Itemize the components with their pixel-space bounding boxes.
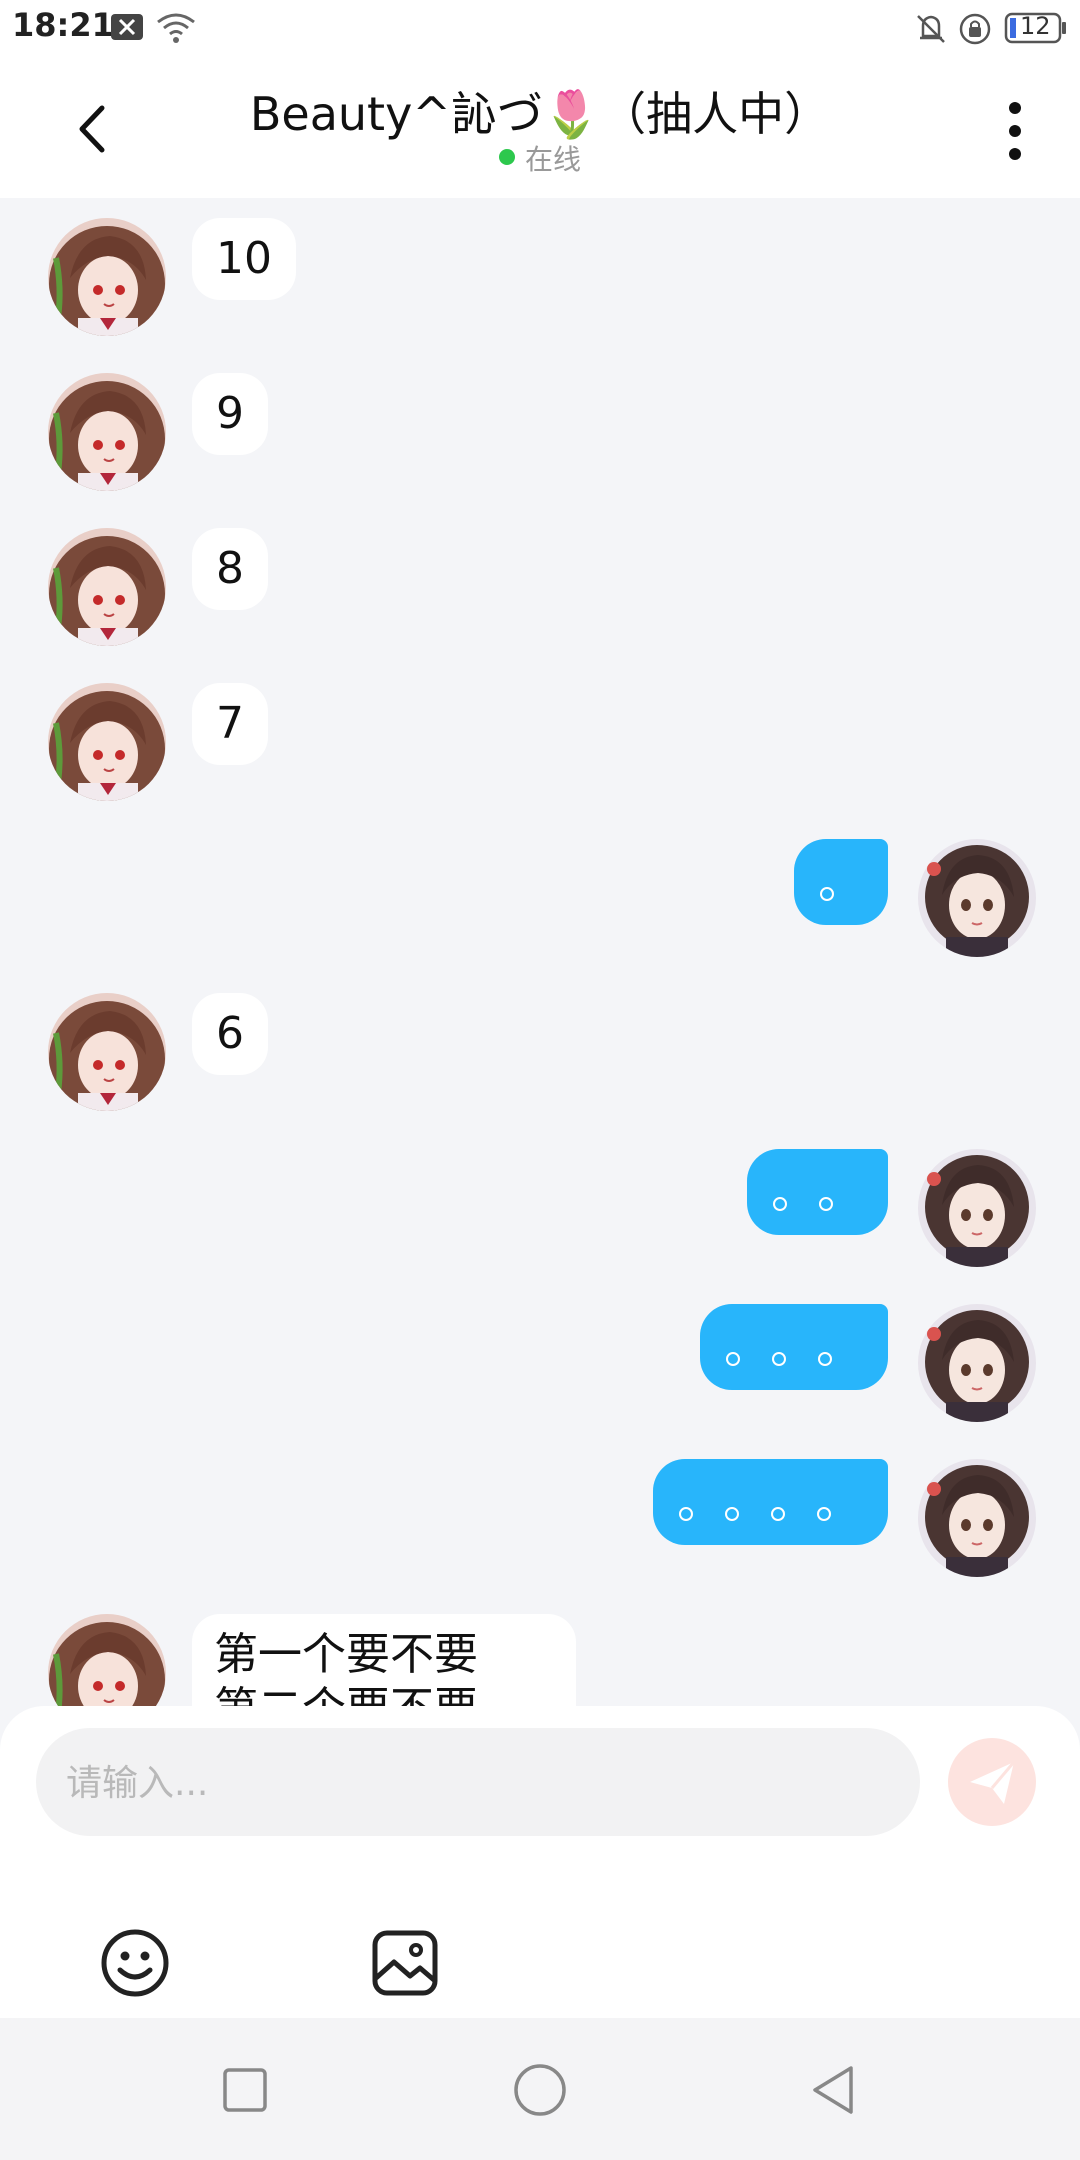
contact-avatar[interactable] <box>48 528 166 646</box>
system-nav-bar <box>0 2018 1080 2160</box>
composer-panel <box>0 1706 1080 2018</box>
back-triangle-icon <box>813 2066 853 2114</box>
close-box-icon <box>110 12 144 46</box>
online-dot-icon <box>498 149 515 165</box>
incoming-message[interactable]: 第一个要不要 第二个要不要 <box>192 1614 576 1706</box>
contact-avatar[interactable] <box>48 218 166 336</box>
emoji-icon <box>101 1929 169 1997</box>
recent-apps-icon <box>223 2068 267 2112</box>
home-icon <box>514 2064 566 2116</box>
outgoing-message[interactable] <box>794 839 888 925</box>
incoming-message[interactable]: 10 <box>192 218 296 300</box>
incoming-message[interactable]: 8 <box>192 528 268 610</box>
more-vertical-icon <box>1009 102 1021 160</box>
more-options-button[interactable] <box>990 98 1040 164</box>
incoming-message[interactable]: 9 <box>192 373 268 455</box>
contact-avatar[interactable] <box>48 993 166 1111</box>
my-avatar[interactable] <box>918 1149 1036 1267</box>
message-list[interactable]: 10 9 8 7 6 第一个要不要 第二个要不要 <box>0 198 1080 1706</box>
outgoing-message[interactable] <box>747 1149 888 1235</box>
bell-off-icon <box>914 12 948 50</box>
contact-avatar[interactable] <box>48 373 166 491</box>
incoming-message[interactable]: 7 <box>192 683 268 765</box>
back-nav-button[interactable] <box>805 2060 865 2120</box>
battery-level: 12 <box>1020 12 1051 40</box>
message-input[interactable] <box>64 1728 888 1838</box>
online-status-label: 在线 <box>524 143 581 176</box>
chat-title: Beauty^訫づ🌷（抽人中） <box>249 87 831 141</box>
contact-avatar[interactable] <box>48 683 166 801</box>
status-time: 18:21 <box>12 6 114 44</box>
home-button[interactable] <box>510 2060 570 2120</box>
status-bar: 18:21 12 <box>0 0 1080 56</box>
image-icon <box>372 1930 438 1996</box>
send-icon <box>970 1761 1016 1804</box>
send-button[interactable] <box>948 1738 1036 1826</box>
emoji-button[interactable] <box>100 1928 170 1998</box>
message-input-box[interactable] <box>36 1728 920 1838</box>
wifi-icon <box>156 12 196 48</box>
chat-header: Beauty^訫づ🌷（抽人中） 在线 <box>0 56 1080 198</box>
my-avatar[interactable] <box>918 839 1036 957</box>
my-avatar[interactable] <box>918 1304 1036 1422</box>
outgoing-message[interactable] <box>653 1459 888 1545</box>
outgoing-message[interactable] <box>700 1304 888 1390</box>
my-avatar[interactable] <box>918 1459 1036 1577</box>
rotation-lock-icon <box>958 12 992 50</box>
image-button[interactable] <box>370 1928 440 1998</box>
incoming-message[interactable]: 6 <box>192 993 268 1075</box>
online-status: 在线 <box>0 138 1080 178</box>
contact-avatar[interactable] <box>48 1614 166 1706</box>
recent-apps-button[interactable] <box>215 2060 275 2120</box>
